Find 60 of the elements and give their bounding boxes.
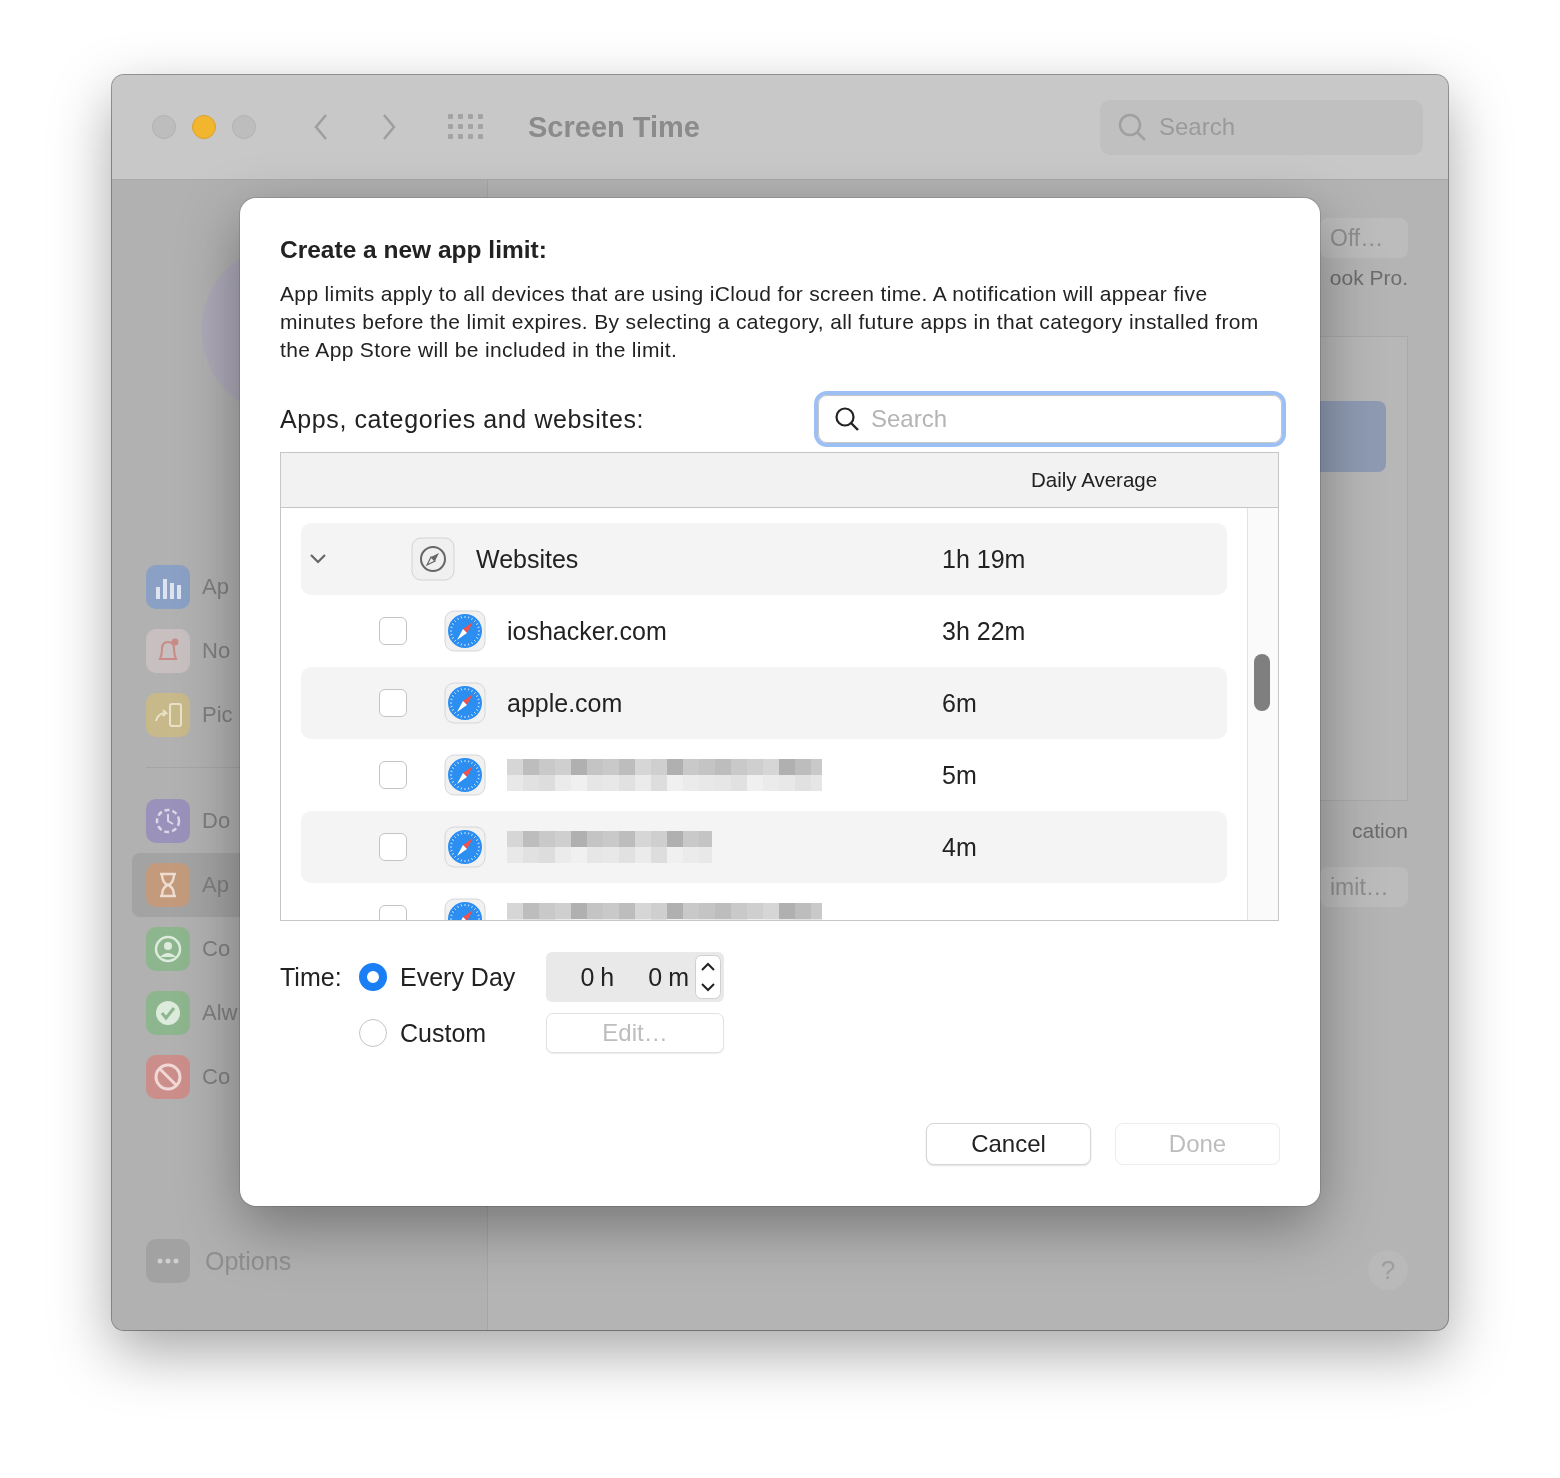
window-title: Screen Time xyxy=(528,110,700,144)
safari-icon xyxy=(444,826,486,868)
option-label: cation xyxy=(1351,819,1408,843)
safari-icon xyxy=(444,682,486,724)
radio-button[interactable] xyxy=(359,1019,387,1047)
minutes-value: 0 xyxy=(648,962,663,992)
device-label: ook Pro. xyxy=(1329,266,1408,290)
list-label: Apps, categories and websites: xyxy=(280,404,645,434)
checkbox[interactable] xyxy=(379,761,407,789)
bar-chart-icon xyxy=(146,565,190,609)
search-icon xyxy=(1118,112,1147,142)
website-name: ioshacker.com xyxy=(507,616,668,646)
back-icon xyxy=(312,113,330,141)
dialog-description: App limits apply to all devices that are using iCloud for screen time. A notification will appear five minutes before the limit expires. By selecting a category, all future apps in that category installed from the App Store will be included in the limit. xyxy=(280,281,1260,363)
minutes-unit: m xyxy=(668,962,689,992)
radio-label: Every Day xyxy=(400,962,516,992)
duration-stepper[interactable]: 0 h 0 m xyxy=(546,952,724,1002)
website-row[interactable]: ioshacker.com 3h 22m xyxy=(301,595,1227,667)
safari-icon xyxy=(444,754,486,796)
stepper-arrows[interactable] xyxy=(695,955,721,999)
grid-icon xyxy=(448,114,484,140)
checkbox[interactable] xyxy=(379,833,407,861)
radio-label: Custom xyxy=(400,1018,487,1048)
category-row[interactable]: Websites 1h 19m xyxy=(301,523,1227,595)
daily-average: 6m xyxy=(942,688,978,718)
ellipsis-icon xyxy=(146,1239,190,1283)
dialog-title: Create a new app limit: xyxy=(280,236,548,264)
daily-average: 3h 22m xyxy=(942,616,1027,646)
safari-icon xyxy=(444,610,486,652)
prohibited-icon xyxy=(146,1055,190,1099)
category-name: Websites xyxy=(476,544,580,574)
scroll-thumb[interactable] xyxy=(1254,654,1270,711)
hours-unit: h xyxy=(600,962,615,992)
checkbox[interactable] xyxy=(379,689,407,717)
checkmark-badge-icon xyxy=(146,991,190,1035)
clock-icon xyxy=(146,799,190,843)
search-icon xyxy=(835,407,859,431)
phone-icon xyxy=(146,693,190,737)
daily-average: 5m xyxy=(942,760,978,790)
daily-average: 1h 19m xyxy=(942,544,1027,574)
website-name: apple.com xyxy=(507,688,624,718)
column-header: Daily Average xyxy=(281,453,1278,508)
minimize-window-button[interactable] xyxy=(192,115,216,139)
time-label: Time: xyxy=(280,962,343,992)
dialog-button[interactable]: Cancel xyxy=(926,1123,1091,1165)
hourglass-icon xyxy=(146,863,190,907)
help-button[interactable]: ? xyxy=(1368,1250,1408,1290)
checkbox[interactable] xyxy=(379,617,407,645)
hours-value: 0 xyxy=(580,962,595,992)
daily-average: 4m xyxy=(942,832,978,862)
radio-button[interactable] xyxy=(359,963,387,991)
bell-icon xyxy=(146,629,190,673)
website-row[interactable]: apple.com 6m xyxy=(301,667,1227,739)
website-row[interactable]: 5m xyxy=(301,739,1227,811)
search-placeholder: Search xyxy=(871,405,948,433)
website-row[interactable]: 4m xyxy=(301,811,1227,883)
compass-icon xyxy=(411,537,455,581)
selected-list-row xyxy=(1320,401,1386,472)
person-icon xyxy=(146,927,190,971)
forward-icon xyxy=(380,113,398,141)
